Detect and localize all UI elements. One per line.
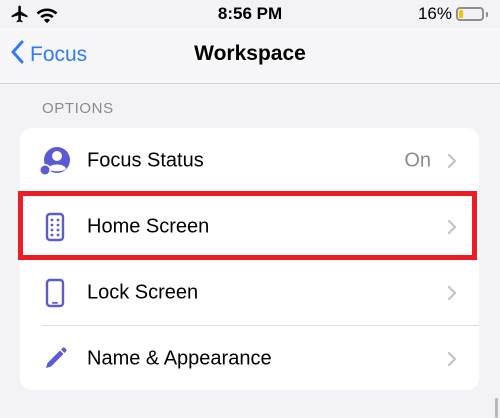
row-label: Lock Screen [87, 281, 199, 303]
row-lock-screen[interactable]: Lock Screen [20, 260, 479, 325]
chevron-right-icon [447, 153, 457, 169]
row-label: Home Screen [87, 215, 210, 237]
row-name-appearance[interactable]: Name & Appearance [20, 326, 479, 390]
battery-nub [486, 11, 488, 17]
status-bar: 8:56 PM 16% [0, 0, 500, 28]
chevron-right-icon [447, 351, 457, 367]
scroll-indicator [495, 398, 498, 418]
chevron-right-icon [447, 285, 457, 301]
focus-status-icon [38, 144, 72, 178]
row-label: Name & Appearance [87, 347, 272, 369]
navigation-bar: Focus Workspace [0, 28, 500, 84]
battery-fill [459, 10, 463, 18]
row-label: Focus Status [87, 149, 204, 171]
home-screen-icon [38, 210, 72, 244]
row-home-screen[interactable]: Home Screen [20, 194, 479, 259]
back-button[interactable]: Focus [10, 40, 87, 70]
battery-percent: 16% [417, 4, 452, 23]
row-focus-status[interactable]: Focus Status On [20, 128, 479, 193]
pencil-icon [38, 342, 72, 376]
chevron-left-icon [10, 40, 24, 70]
back-button-label: Focus [30, 43, 88, 66]
section-header-options: OPTIONS [42, 100, 114, 117]
battery-group: 16% [418, 4, 488, 24]
chevron-right-icon [447, 219, 457, 235]
battery-icon [456, 7, 484, 21]
options-group: Focus Status On Home Screen Lock Screen … [20, 128, 479, 390]
lock-screen-icon [38, 276, 72, 310]
row-value: On [404, 149, 431, 171]
